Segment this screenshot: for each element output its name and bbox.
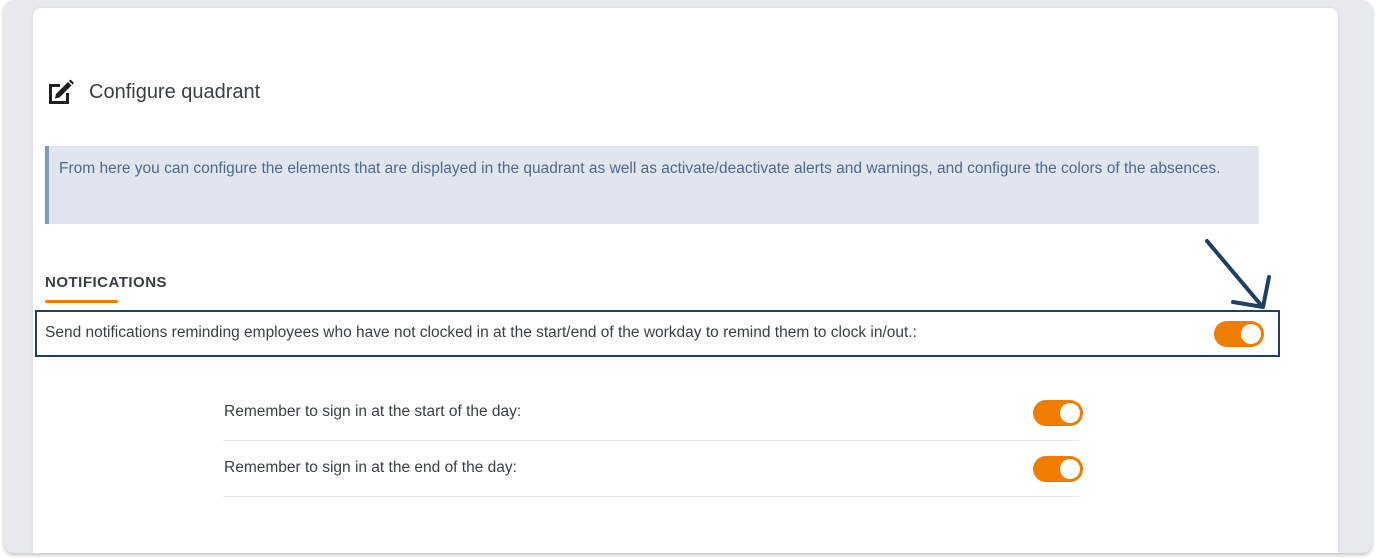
page-header: Configure quadrant — [45, 76, 260, 108]
edit-icon — [45, 77, 75, 107]
toggle-knob — [1060, 459, 1080, 479]
toggle-knob — [1241, 324, 1261, 344]
sub-settings-list: Remember to sign in at the start of the … — [223, 385, 1083, 497]
start-of-day-toggle[interactable] — [1033, 400, 1083, 426]
end-of-day-toggle[interactable] — [1033, 456, 1083, 482]
toggle-knob — [1060, 403, 1080, 423]
info-text: From here you can configure the elements… — [59, 160, 1221, 177]
start-of-day-setting-row: Remember to sign in at the start of the … — [223, 385, 1083, 441]
end-of-day-label: Remember to sign in at the end of the da… — [224, 459, 517, 476]
info-banner: From here you can configure the elements… — [45, 146, 1259, 224]
clock-reminder-setting-row: Send notifications reminding employees w… — [35, 310, 1280, 357]
clock-reminder-toggle[interactable] — [1214, 321, 1264, 347]
start-of-day-label: Remember to sign in at the start of the … — [224, 403, 522, 420]
section-title: NOTIFICATIONS — [45, 274, 168, 291]
page-title: Configure quadrant — [89, 80, 261, 103]
section-underline — [45, 300, 118, 303]
end-of-day-setting-row: Remember to sign in at the end of the da… — [223, 441, 1083, 497]
arrow-down-right-icon — [1205, 239, 1271, 309]
clock-reminder-label: Send notifications reminding employees w… — [45, 324, 917, 341]
